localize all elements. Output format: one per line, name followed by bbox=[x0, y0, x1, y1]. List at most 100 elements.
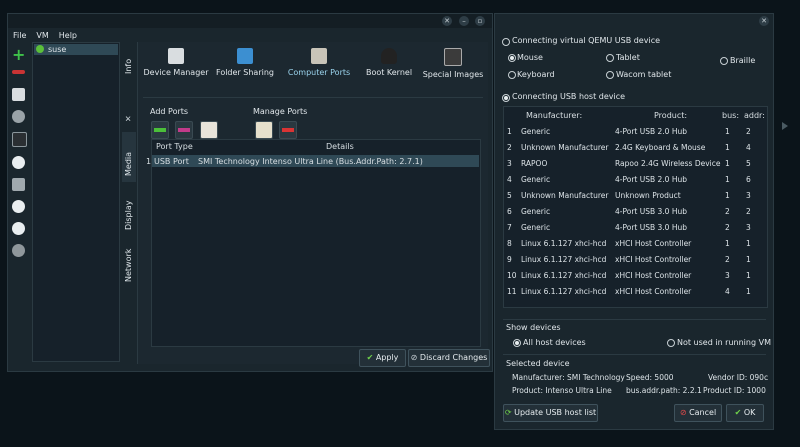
tab-network[interactable]: Network bbox=[122, 234, 136, 284]
terminal-icon[interactable] bbox=[12, 132, 27, 147]
port-type-header: Port Type bbox=[156, 142, 193, 151]
unused-devices-label: Not used in running VM bbox=[677, 338, 771, 347]
menu-file[interactable]: File bbox=[8, 30, 31, 42]
pause-icon[interactable] bbox=[12, 200, 25, 213]
tablet-label: Tablet bbox=[616, 53, 640, 62]
mouse-cursor-icon bbox=[782, 122, 788, 130]
product-cell: Rapoo 2.4G Wireless Device bbox=[615, 159, 721, 168]
table-row[interactable]: 1 Generic 4-Port USB 2.0 Hub 1 2 bbox=[504, 123, 767, 139]
tab-boot-kernel[interactable]: Boot Kernel bbox=[356, 44, 422, 88]
wacom-tablet-radio[interactable] bbox=[606, 71, 614, 79]
minimize-window-icon[interactable]: – bbox=[459, 16, 469, 26]
table-row[interactable]: 4 Generic 4-Port USB 2.0 Hub 1 6 bbox=[504, 171, 767, 187]
all-devices-label: All host devices bbox=[523, 338, 586, 347]
mouse-radio[interactable] bbox=[508, 54, 516, 62]
update-usb-list-button[interactable]: ⟳ Update USB host list bbox=[503, 404, 598, 422]
discard-changes-button[interactable]: ⊘ Discard Changes bbox=[408, 349, 490, 367]
stop-icon[interactable] bbox=[12, 222, 25, 235]
addr-cell: 4 bbox=[746, 143, 751, 152]
product-cell: Unknown Product bbox=[615, 191, 681, 200]
update-label: Update USB host list bbox=[514, 408, 597, 417]
edit-port-icon[interactable] bbox=[255, 121, 273, 139]
tab-tools[interactable]: ✕ bbox=[122, 94, 136, 124]
addr-cell: 2 bbox=[746, 127, 751, 136]
vm-list: suse bbox=[32, 42, 120, 362]
tab-display[interactable]: Display bbox=[122, 184, 136, 234]
ok-button[interactable]: ✔ OK bbox=[726, 404, 764, 422]
reset-icon[interactable] bbox=[12, 244, 25, 257]
tab-folder-sharing[interactable]: Folder Sharing bbox=[212, 44, 278, 88]
check-icon: ✔ bbox=[734, 408, 742, 417]
tab-device-manager[interactable]: Device Manager bbox=[143, 44, 209, 88]
bus-cell: 2 bbox=[725, 207, 730, 216]
menu-vm[interactable]: VM bbox=[31, 30, 53, 42]
add-usb-port-icon[interactable] bbox=[151, 121, 169, 139]
clock-icon[interactable] bbox=[12, 110, 25, 123]
manage-ports-label: Manage Ports bbox=[253, 107, 308, 116]
manufacturer-cell: Generic bbox=[521, 175, 551, 184]
add-parallel-port-icon[interactable] bbox=[200, 121, 218, 139]
addr-cell: 6 bbox=[746, 175, 751, 184]
table-row[interactable]: 2 Unknown Manufacturer 2.4G Keyboard & Mou… bbox=[504, 139, 767, 155]
remove-vm-icon[interactable] bbox=[12, 70, 25, 74]
vm-list-item[interactable]: suse bbox=[34, 44, 118, 55]
table-row[interactable]: 9 Linux 6.1.127 xhci-hcd xHCI Host Control… bbox=[504, 251, 767, 267]
tab-special-images[interactable]: Special Images bbox=[420, 44, 486, 88]
usb-dialog: ✕ Connecting virtual QEMU USB device Mou… bbox=[494, 13, 774, 430]
tab-computer-ports[interactable]: Computer Ports bbox=[286, 44, 352, 88]
braille-radio[interactable] bbox=[720, 57, 728, 65]
product-cell: xHCI Host Controller bbox=[615, 239, 692, 248]
bus-cell: 2 bbox=[725, 255, 730, 264]
menu-help[interactable]: Help bbox=[54, 30, 82, 42]
port-type-cell: USB Port bbox=[154, 157, 189, 166]
selected-device-label: Selected device bbox=[506, 359, 570, 368]
virtual-radio[interactable] bbox=[502, 38, 510, 46]
tablet-radio[interactable] bbox=[606, 54, 614, 62]
save-state-icon[interactable] bbox=[12, 178, 25, 191]
cancel-button[interactable]: ⊘ Cancel bbox=[674, 404, 722, 422]
table-row[interactable]: 1 USB Port SMI Technology Intenso Ultra … bbox=[146, 155, 479, 167]
row-number: 7 bbox=[507, 223, 512, 232]
restore-window-icon[interactable]: ▫ bbox=[475, 16, 485, 26]
start-icon[interactable] bbox=[12, 156, 25, 169]
keyboard-label: Keyboard bbox=[517, 70, 555, 79]
table-row[interactable]: 10 Linux 6.1.127 xhci-hcd xHCI Host Contro… bbox=[504, 267, 767, 283]
add-vm-icon[interactable]: + bbox=[12, 47, 25, 63]
suse-logo-icon bbox=[36, 45, 44, 53]
wacom-tablet-label: Wacom tablet bbox=[616, 70, 672, 79]
table-row[interactable]: 3 RAPOO Rapoo 2.4G Wireless Device 1 5 bbox=[504, 155, 767, 171]
tools-icon: ✕ bbox=[124, 115, 133, 122]
keyboard-radio[interactable] bbox=[508, 71, 516, 79]
tab-media[interactable]: Media bbox=[122, 132, 136, 182]
remove-port-icon[interactable] bbox=[279, 121, 297, 139]
folder-icon bbox=[237, 48, 253, 64]
table-row[interactable]: 11 Linux 6.1.127 xhci-hcd xHCI Host Contro… bbox=[504, 283, 767, 299]
manufacturer-cell: Linux 6.1.127 xhci-hcd bbox=[521, 271, 607, 280]
table-row[interactable]: 6 Generic 4-Port USB 3.0 Hub 2 2 bbox=[504, 203, 767, 219]
table-row[interactable]: 5 Unknown Manufacturer Unknown Product 1 3 bbox=[504, 187, 767, 203]
hard-disk-icon bbox=[168, 48, 184, 64]
port-details-cell: SMI Technology Intenso Ultra Line (Bus.A… bbox=[198, 157, 423, 166]
tab-info-label: Info bbox=[124, 58, 133, 74]
divider bbox=[503, 319, 766, 320]
bus-cell: 1 bbox=[725, 143, 730, 152]
all-devices-radio[interactable] bbox=[513, 339, 521, 347]
unused-devices-radio[interactable] bbox=[667, 339, 675, 347]
table-row[interactable]: 7 Generic 4-Port USB 3.0 Hub 2 3 bbox=[504, 219, 767, 235]
add-serial-port-icon[interactable] bbox=[175, 121, 193, 139]
check-icon: ✔ bbox=[366, 353, 374, 362]
table-row[interactable]: 8 Linux 6.1.127 xhci-hcd xHCI Host Control… bbox=[504, 235, 767, 251]
cancel-label: Cancel bbox=[689, 408, 717, 417]
close-dialog-icon[interactable]: ✕ bbox=[759, 16, 769, 26]
bus-cell: 4 bbox=[725, 287, 730, 296]
image-icon bbox=[444, 48, 462, 66]
apply-button[interactable]: ✔ Apply bbox=[359, 349, 406, 367]
tab-info[interactable]: Info bbox=[122, 44, 136, 84]
addr-cell: 1 bbox=[746, 271, 751, 280]
disk-icon[interactable] bbox=[12, 88, 25, 101]
bus-cell: 1 bbox=[725, 239, 730, 248]
host-radio[interactable] bbox=[502, 94, 510, 102]
tab-device-manager-label: Device Manager bbox=[143, 68, 209, 77]
close-window-icon[interactable]: ✕ bbox=[442, 16, 452, 26]
addr-cell: 1 bbox=[746, 255, 751, 264]
